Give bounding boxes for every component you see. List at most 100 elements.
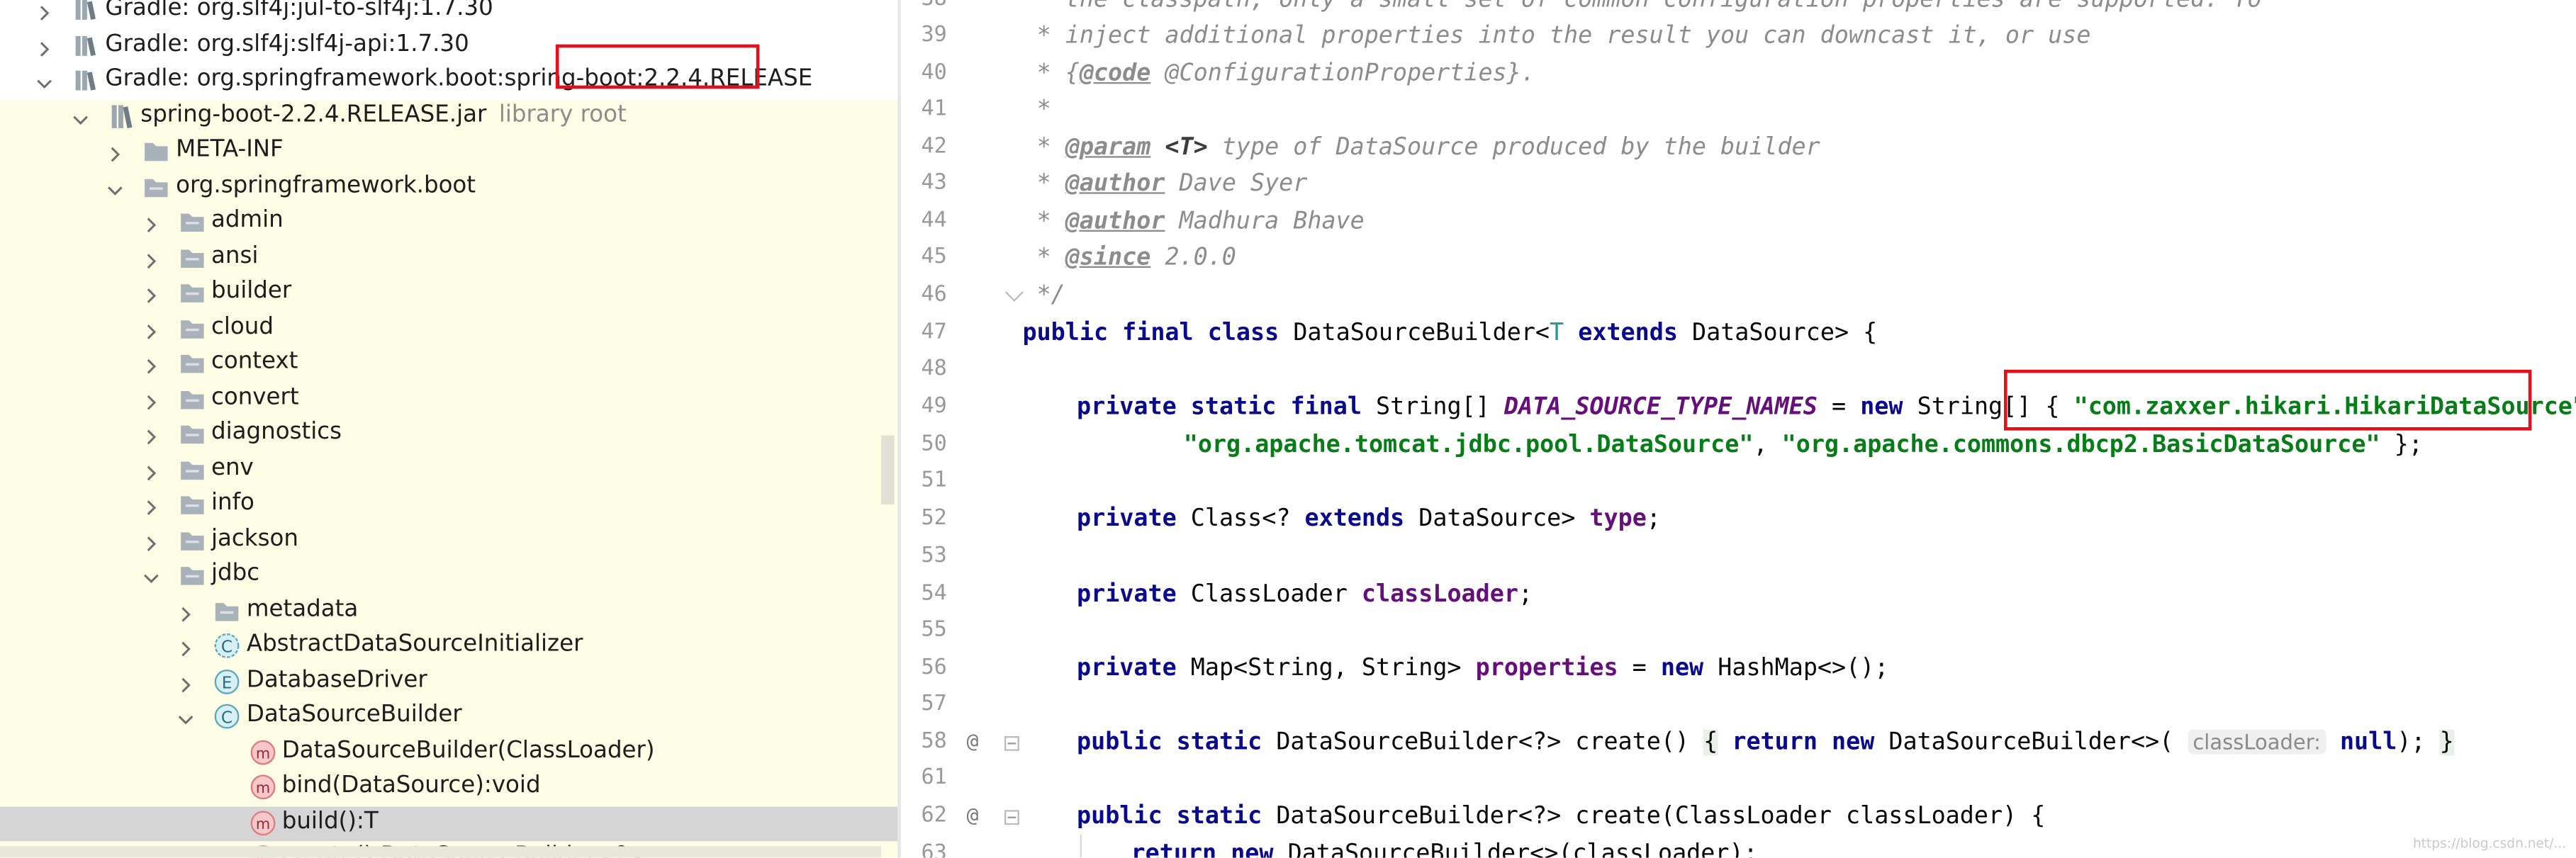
tree-node-label: convert: [211, 383, 299, 410]
tree-node[interactable]: META-INF: [0, 135, 897, 170]
chevron-right-icon[interactable]: [142, 531, 159, 551]
tree-horizontal-scrollbar[interactable]: [0, 846, 882, 858]
tree-node[interactable]: m DataSourceBuilder(ClassLoader): [0, 735, 897, 771]
chevron-right-icon[interactable]: [142, 461, 159, 480]
fold-icon[interactable]: [1004, 810, 1019, 825]
tree-node[interactable]: env: [0, 453, 897, 488]
code-line-46: */: [1022, 278, 1065, 314]
tree-node[interactable]: context: [0, 346, 897, 382]
chevron-right-icon[interactable]: [142, 355, 159, 374]
line-number: 39: [921, 23, 947, 48]
parameter-hint: classLoader:: [2188, 730, 2326, 755]
tree-node[interactable]: convert: [0, 382, 897, 417]
comment-text: *: [1022, 171, 1065, 198]
tree-node[interactable]: metadata: [0, 594, 897, 629]
tree-node[interactable]: admin: [0, 205, 897, 241]
fold-end-icon[interactable]: [1004, 283, 1024, 302]
chevron-right-icon[interactable]: [142, 496, 159, 515]
tree-node[interactable]: Gradle: org.slf4j:slf4j-api:1.7.30: [0, 28, 898, 64]
line-number: 61: [921, 765, 947, 791]
tree-vertical-scrollbar[interactable]: [881, 435, 895, 504]
code-text: ;: [1646, 506, 1661, 533]
code-line-41: *: [1022, 92, 1051, 128]
tree-node[interactable]: cloud: [0, 311, 897, 346]
package-icon: [179, 491, 205, 517]
code-text: DataSourceBuilder<?> create(): [1262, 729, 1704, 756]
tree-node[interactable]: info: [0, 488, 897, 524]
tree-node-label: cloud: [211, 312, 274, 339]
code-line-44: * @author Madhura Bhave: [1022, 204, 1365, 240]
tree-node[interactable]: m build():T: [0, 806, 898, 842]
javadoc-tag: @since: [1065, 244, 1151, 271]
tree-node[interactable]: m bind(DataSource):void: [0, 771, 897, 806]
tree-node-label: Gradle: org.slf4j:slf4j-api:1.7.30: [105, 30, 469, 57]
override-annotation-icon[interactable]: @: [967, 803, 979, 826]
line-number: 41: [921, 96, 947, 122]
keyword: private: [1077, 581, 1177, 609]
tree-node[interactable]: E DatabaseDriver: [0, 665, 897, 700]
comment-text: * inject additional properties into the …: [1022, 23, 2091, 50]
code-text: Class<?: [1176, 506, 1305, 533]
tree-node[interactable]: C DataSourceBuilder: [0, 700, 897, 735]
chevron-right-icon[interactable]: [36, 37, 52, 56]
tree-node[interactable]: jackson: [0, 524, 897, 559]
line-number: 52: [921, 506, 947, 531]
package-icon: [179, 562, 205, 588]
code-text: ;: [1518, 581, 1533, 609]
chevron-down-icon[interactable]: [177, 709, 194, 725]
chevron-down-icon[interactable]: [72, 108, 88, 124]
chevron-right-icon[interactable]: [142, 426, 159, 445]
code-text: DataSource> {: [1677, 320, 1878, 347]
comment-text: @ConfigurationProperties}.: [1150, 60, 1535, 87]
chevron-right-icon[interactable]: [177, 602, 194, 621]
code-editor[interactable]: 38 39 40 41 42 43 44 45 46 47 48 49 50 51 52 53 54 55 56 57…: [900, 0, 2576, 858]
folded-brace[interactable]: }: [2439, 730, 2454, 756]
chevron-right-icon[interactable]: [36, 1, 52, 21]
fold-icon[interactable]: [1004, 735, 1019, 751]
chevron-right-icon[interactable]: [107, 143, 123, 162]
tree-node-label: builder: [211, 277, 292, 305]
svg-text:C: C: [221, 708, 233, 727]
tree-node[interactable]: spring-boot-2.2.4.RELEASE.jar library roo…: [0, 99, 897, 135]
class-name: DataSourceBuilder: [1293, 320, 1535, 347]
chevron-right-icon[interactable]: [177, 638, 194, 657]
chevron-right-icon[interactable]: [142, 213, 159, 233]
code-line-45: * @since 2.0.0: [1022, 240, 1236, 276]
package-icon: [179, 244, 205, 270]
chevron-down-icon[interactable]: [107, 179, 123, 195]
keyword: new: [1832, 729, 1875, 756]
tree-node-label: env: [211, 454, 254, 481]
chevron-right-icon[interactable]: [177, 673, 194, 692]
tree-node[interactable]: Gradle: org.springframework.boot:spring-…: [0, 64, 898, 100]
chevron-right-icon[interactable]: [142, 320, 159, 339]
code-text: ,: [1753, 431, 1782, 459]
tree-node[interactable]: jdbc: [0, 558, 897, 594]
tree-node[interactable]: ansi: [0, 241, 897, 276]
chevron-right-icon[interactable]: [142, 390, 159, 410]
chevron-right-icon[interactable]: [142, 249, 159, 268]
tree-node[interactable]: diagnostics: [0, 417, 897, 453]
chevron-down-icon[interactable]: [36, 72, 52, 89]
line-number: 46: [921, 282, 947, 307]
comment-text: * the classpath, only a small set of com…: [1022, 0, 2262, 13]
line-number: 43: [921, 171, 947, 196]
tree-node[interactable]: org.springframework.boot: [0, 170, 897, 205]
code-text: DataSource>: [1404, 506, 1590, 533]
code-line-42: * @param <T> type of DataSource produced…: [1022, 130, 1820, 166]
string-literal: "org.apache.tomcat.jdbc.pool.DataSource": [1183, 431, 1754, 459]
code-line-47: public final class DataSourceBuilder<T e…: [1022, 315, 1877, 351]
code-line-63: return new DataSourceBuilder<>(classLoad…: [1022, 836, 1758, 857]
method-icon: m: [249, 774, 275, 800]
code-line-40: * {@code @ConfigurationProperties}.: [1022, 56, 1535, 92]
override-annotation-icon[interactable]: @: [967, 730, 979, 752]
tree-node-label: metadata: [246, 595, 359, 622]
chevron-down-icon[interactable]: [142, 567, 159, 584]
keyword: extends: [1304, 506, 1405, 533]
tree-node[interactable]: C AbstractDataSourceInitializer: [0, 629, 897, 665]
library-icon: [72, 0, 99, 23]
folded-brace[interactable]: {: [1703, 730, 1718, 756]
tree-node[interactable]: builder: [0, 276, 897, 312]
keyword: null: [2339, 729, 2397, 756]
tree-node[interactable]: Gradle: org.slf4j:jul-to-slf4j:1.7.30: [0, 0, 898, 29]
chevron-right-icon[interactable]: [142, 284, 159, 303]
